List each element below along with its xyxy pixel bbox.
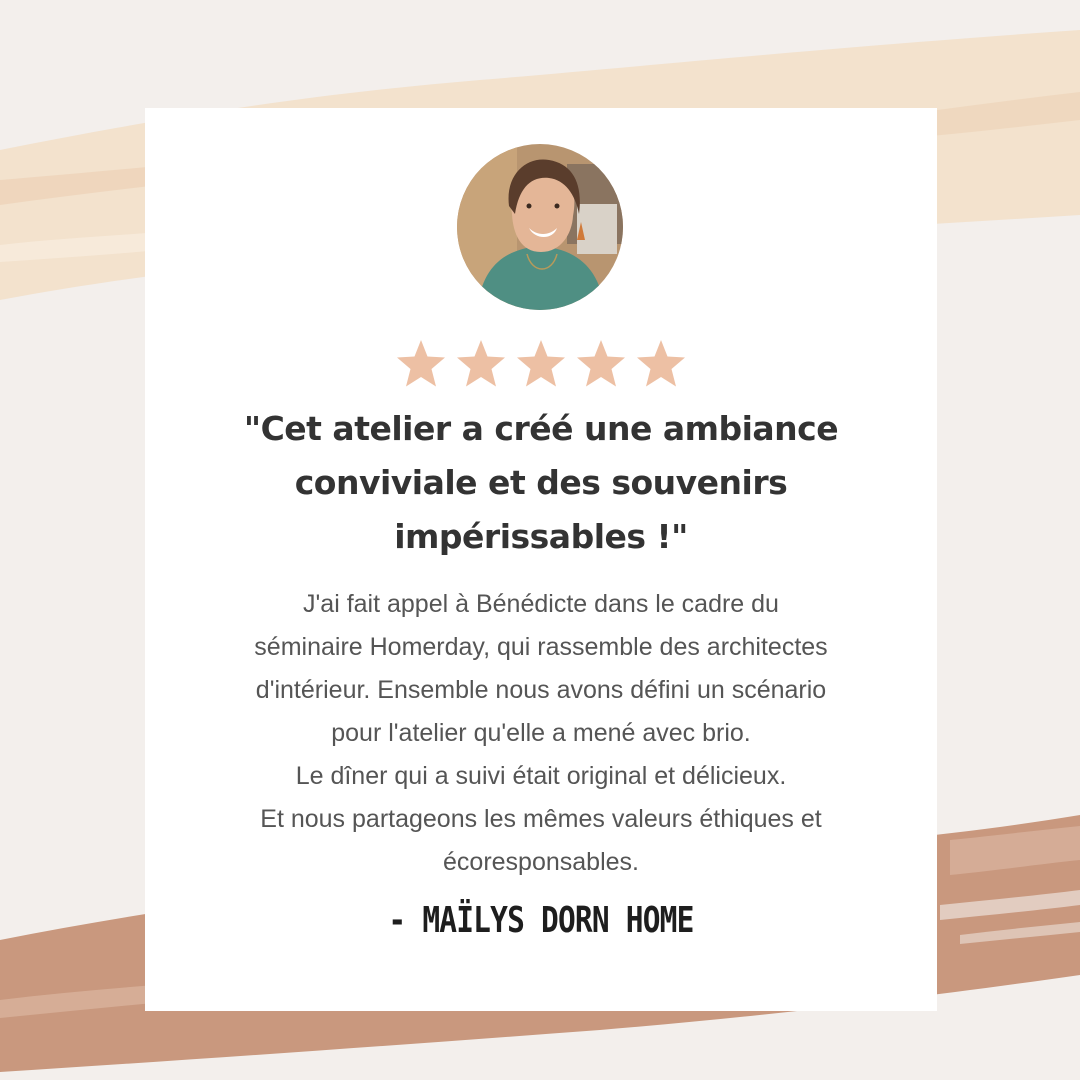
testimonial-body-line: pour l'atelier qu'elle a mené avec brio. <box>331 719 751 747</box>
testimonial-body-line: J'ai fait appel à Bénédicte dans le cadr… <box>303 590 779 618</box>
testimonial-signature: - MAÏLYS DORN HOME <box>388 900 694 941</box>
testimonial-body-line: séminaire Homerday, qui rassemble des ar… <box>254 633 828 661</box>
star-icon <box>457 340 505 387</box>
testimonial-body-line: d'intérieur. Ensemble nous avons défini … <box>255 676 827 704</box>
portrait-photo-icon <box>457 144 623 310</box>
testimonial-quote: "Cet atelier a créé une ambiance convivi… <box>243 409 839 556</box>
testimonial-body: J'ai fait appel à Bénédicte dans le cadr… <box>185 583 897 884</box>
testimonial-body-line: écoresponsables. <box>443 848 639 876</box>
star-rating <box>145 338 937 390</box>
testimonial-card: "Cet atelier a créé une ambiance convivi… <box>145 108 937 1011</box>
star-icon <box>637 340 685 387</box>
testimonial-body-line: Le dîner qui a suivi était original et d… <box>295 762 787 790</box>
star-icon <box>517 340 565 387</box>
star-icon <box>397 340 445 387</box>
avatar <box>457 144 623 310</box>
testimonial-body-line: Et nous partageons les mêmes valeurs éth… <box>260 805 822 833</box>
star-icon <box>577 340 625 387</box>
